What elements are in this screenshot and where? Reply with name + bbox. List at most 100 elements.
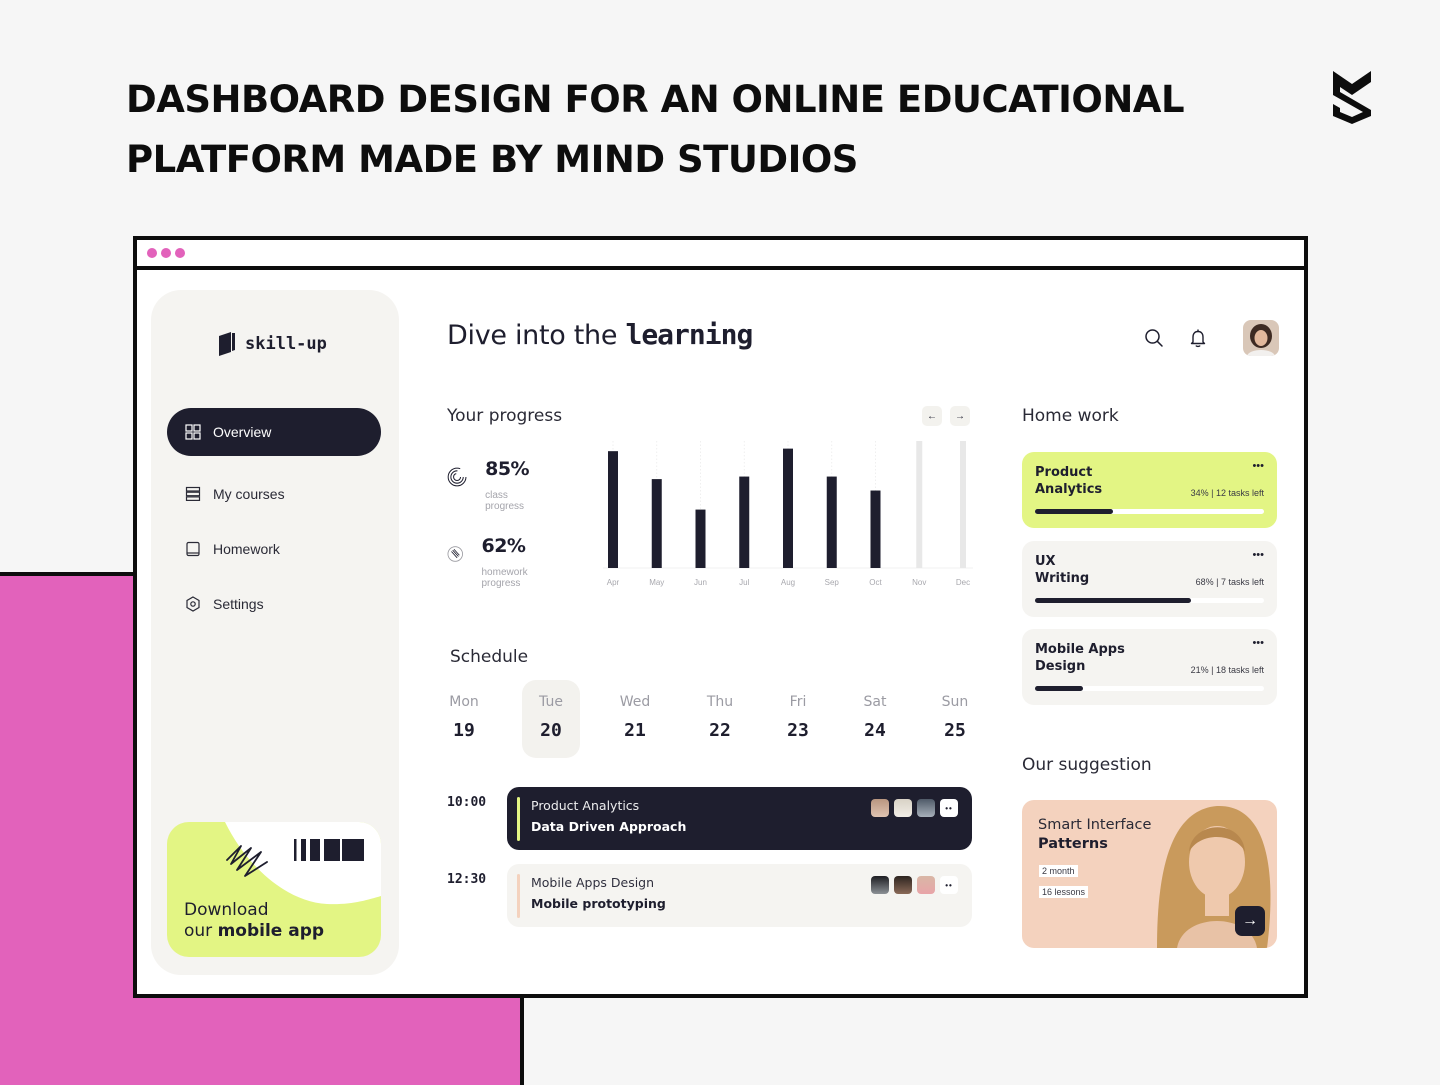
attendee-avatar[interactable] bbox=[871, 799, 889, 817]
user-avatar-photo bbox=[1243, 320, 1279, 356]
day-number: 25 bbox=[944, 720, 966, 741]
book-icon bbox=[186, 541, 200, 557]
homework-card[interactable]: Mobile Apps Design ••• 21% | 18 tasks le… bbox=[1022, 629, 1277, 705]
more-options-button[interactable]: ••• bbox=[1252, 549, 1264, 561]
chart-bar-placeholder[interactable] bbox=[960, 441, 966, 568]
event-topic: Data Driven Approach bbox=[531, 819, 687, 834]
day-name: Wed bbox=[619, 694, 651, 710]
day-name: Mon bbox=[449, 694, 479, 710]
day-name: Sat bbox=[863, 694, 887, 710]
event-time: 10:00 bbox=[447, 795, 487, 810]
attendee-avatar[interactable] bbox=[894, 876, 912, 894]
day-name: Tue bbox=[539, 694, 563, 710]
day-sat[interactable]: Sat 24 bbox=[846, 680, 904, 758]
chart-bar[interactable] bbox=[695, 509, 706, 568]
day-thu[interactable]: Thu 22 bbox=[691, 680, 749, 758]
suggested-course-card[interactable]: Smart Interface Patterns 2 month 16 less… bbox=[1022, 800, 1277, 948]
homework-card-meta: 34% | 12 tasks left bbox=[1190, 488, 1264, 498]
promo-line-2-bold: mobile app bbox=[217, 921, 325, 941]
day-wed[interactable]: Wed 21 bbox=[606, 680, 664, 758]
homework-progress-track bbox=[1035, 598, 1264, 603]
chart-bar-placeholder[interactable] bbox=[916, 441, 923, 568]
attendee-avatar[interactable] bbox=[917, 876, 935, 894]
more-attendees-button[interactable]: •• bbox=[940, 876, 958, 894]
day-number: 22 bbox=[709, 720, 731, 741]
app-window: skill-up Overview My courses Homework Se… bbox=[133, 236, 1308, 998]
app-logo-text: skill-up bbox=[245, 334, 327, 354]
attendee-avatar[interactable] bbox=[871, 876, 889, 894]
more-options-button[interactable]: ••• bbox=[1252, 460, 1264, 472]
chart-next-button[interactable]: → bbox=[950, 406, 970, 426]
day-tue[interactable]: Tue 20 bbox=[522, 680, 580, 758]
day-number: 24 bbox=[864, 720, 886, 741]
chart-bar[interactable] bbox=[608, 451, 618, 568]
chart-x-tick-label: May bbox=[649, 578, 664, 587]
chart-x-tick-label: Jul bbox=[739, 578, 749, 587]
promo-line-1: Download bbox=[184, 900, 269, 920]
sidebar-item-settings[interactable]: Settings bbox=[167, 580, 381, 628]
open-course-button[interactable]: → bbox=[1235, 906, 1265, 936]
chart-bar[interactable] bbox=[651, 479, 662, 568]
sidebar-item-overview[interactable]: Overview bbox=[167, 408, 381, 456]
search-button[interactable] bbox=[1143, 327, 1165, 349]
homework-card-title: Product Analytics bbox=[1035, 465, 1103, 497]
promo-line-2-prefix: our bbox=[184, 921, 218, 941]
homework-card-meta: 21% | 18 tasks left bbox=[1190, 665, 1264, 675]
user-avatar[interactable] bbox=[1243, 320, 1279, 356]
day-number: 19 bbox=[453, 720, 475, 741]
chart-x-tick-label: Dec bbox=[956, 578, 970, 587]
sidebar-item-label: My courses bbox=[213, 486, 285, 502]
chart-x-tick-label: Jun bbox=[694, 578, 707, 587]
window-titlebar bbox=[137, 240, 1304, 270]
striped-circle-icon bbox=[447, 546, 463, 562]
chart-bar[interactable] bbox=[826, 476, 837, 568]
search-icon bbox=[1145, 329, 1163, 347]
day-number: 20 bbox=[540, 720, 562, 741]
attendee-avatar[interactable] bbox=[894, 799, 912, 817]
day-number: 23 bbox=[787, 720, 809, 741]
homework-progress-value: 62% bbox=[481, 535, 526, 557]
day-mon[interactable]: Mon 19 bbox=[435, 680, 493, 758]
chart-bar[interactable] bbox=[739, 476, 750, 568]
day-name: Sun bbox=[941, 694, 969, 710]
suggested-course-line-2: Patterns bbox=[1038, 836, 1108, 852]
homework-card[interactable]: UX Writing ••• 68% | 7 tasks left bbox=[1022, 541, 1277, 617]
homework-title: Home work bbox=[1022, 406, 1119, 426]
attendee-avatar[interactable] bbox=[917, 799, 935, 817]
chart-bar[interactable] bbox=[783, 448, 793, 568]
event-accent-bar bbox=[517, 874, 520, 918]
hexagon-gear-icon bbox=[186, 596, 200, 612]
chart-prev-button[interactable]: ← bbox=[922, 406, 942, 426]
day-name: Fri bbox=[789, 694, 807, 710]
suggested-course-line-1: Smart Interface bbox=[1038, 817, 1152, 833]
chart-bar[interactable] bbox=[870, 490, 881, 568]
sidebar-item-label: Overview bbox=[213, 424, 272, 440]
attendee-list: •• bbox=[871, 799, 958, 817]
sidebar-item-homework[interactable]: Homework bbox=[167, 525, 381, 573]
more-attendees-button[interactable]: •• bbox=[940, 799, 958, 817]
window-dot-icon[interactable] bbox=[147, 248, 157, 258]
event-card[interactable]: Product Analytics Data Driven Approach •… bbox=[507, 787, 972, 850]
more-options-button[interactable]: ••• bbox=[1252, 637, 1264, 649]
homework-card[interactable]: Product Analytics ••• 34% | 12 tasks lef… bbox=[1022, 452, 1277, 528]
chart-pagination: ← → bbox=[922, 406, 970, 426]
page-title: Dive into the learning bbox=[447, 318, 753, 351]
window-dot-icon[interactable] bbox=[161, 248, 171, 258]
sidebar-item-label: Homework bbox=[213, 541, 280, 557]
progress-bar-chart: Apr May Jun Jul Aug Sep Oct Nov Dec bbox=[603, 441, 973, 587]
day-sun[interactable]: Sun 25 bbox=[926, 680, 984, 758]
sidebar-nav: Overview My courses Homework Settings bbox=[167, 408, 381, 635]
download-app-promo[interactable]: Download our mobile app bbox=[167, 822, 381, 957]
attendee-list: •• bbox=[871, 876, 958, 894]
window-dot-icon[interactable] bbox=[175, 248, 185, 258]
schedule-title: Schedule bbox=[450, 647, 529, 667]
barcode-icon bbox=[294, 839, 364, 861]
notifications-button[interactable] bbox=[1187, 327, 1209, 349]
app-logo[interactable]: skill-up bbox=[217, 330, 327, 358]
homework-progress-fill bbox=[1035, 598, 1191, 603]
suggestion-title: Our suggestion bbox=[1022, 755, 1152, 775]
lessons-chip: 16 lessons bbox=[1039, 886, 1089, 898]
sidebar-item-my-courses[interactable]: My courses bbox=[167, 470, 381, 518]
event-card[interactable]: Mobile Apps Design Mobile prototyping •• bbox=[507, 864, 972, 927]
day-fri[interactable]: Fri 23 bbox=[769, 680, 827, 758]
